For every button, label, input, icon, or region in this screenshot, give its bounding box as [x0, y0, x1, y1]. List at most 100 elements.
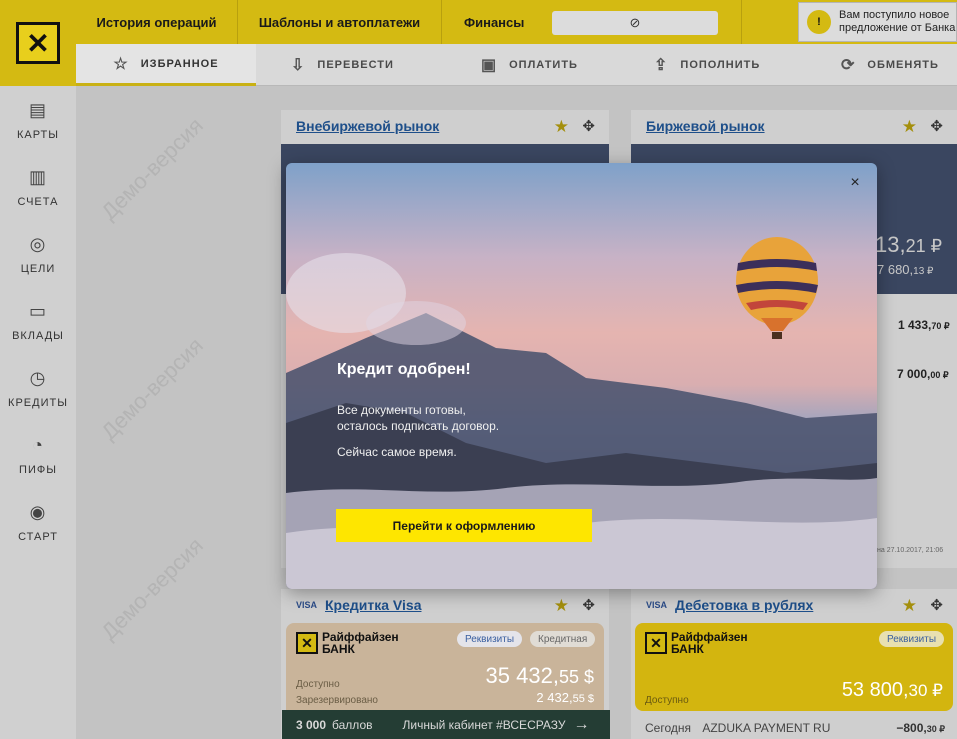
exchange-row2-cents: 00 ₽	[930, 370, 949, 380]
nav-history[interactable]: История операций	[76, 0, 238, 44]
close-button[interactable]: ×	[845, 173, 865, 193]
sidebar-item-label: СЧЕТА	[17, 195, 59, 208]
offer-notification[interactable]: ! Вам поступило новое предложение от Банк…	[798, 2, 957, 42]
exchange-sub-cents: 13 ₽	[913, 266, 934, 277]
exchange-row2-amount: 7 000,	[897, 367, 931, 381]
nav-templates-label: Шаблоны и автоплатежи	[258, 14, 421, 30]
logo-mark-icon: ✕	[645, 632, 667, 654]
move-icon[interactable]: ✥	[582, 596, 595, 614]
tab-transfer-label: ПЕРЕВЕСТИ	[317, 59, 394, 71]
tab-topup[interactable]: ⇪ ПОПОЛНИТЬ	[654, 44, 760, 86]
tab-pay[interactable]: ▣ ОПЛАТИТЬ	[481, 44, 578, 86]
reserved-cents: 55 $	[572, 693, 594, 705]
favorite-star-icon[interactable]: ★	[554, 117, 569, 137]
bonus-unit: баллов	[332, 717, 373, 732]
available-label: Доступно	[645, 695, 689, 706]
move-icon[interactable]: ✥	[582, 117, 595, 135]
wallet-icon: ▣	[481, 57, 498, 74]
favorite-star-icon[interactable]: ★	[902, 117, 917, 137]
tx-amount: −800,	[896, 721, 927, 735]
widget-credit-title[interactable]: Кредитка Visa	[325, 597, 421, 613]
bank-name-line2: БАНК	[322, 642, 355, 656]
proceed-button[interactable]: Перейти к оформлению	[336, 509, 592, 542]
arrow-right-icon: →	[573, 715, 590, 733]
tab-pay-label: ОПЛАТИТЬ	[509, 59, 578, 71]
demo-watermark: Демо-версия	[96, 112, 208, 225]
exchange-sub: 7 680,	[877, 262, 914, 277]
widget-exchange-title[interactable]: Биржевой рынок	[646, 118, 765, 134]
hide-balance-toggle[interactable]: ⊘	[552, 11, 718, 35]
sidebar-item-accounts[interactable]: ▥ СЧЕТА	[0, 157, 76, 217]
cards-icon: ▤	[28, 99, 47, 120]
move-icon[interactable]: ✥	[930, 117, 943, 135]
widget-otc-title[interactable]: Внебиржевой рынок	[296, 118, 439, 134]
tab-exchange[interactable]: ⟳ ОБМЕНЯТЬ	[841, 44, 939, 86]
details-pill[interactable]: Реквизиты	[457, 631, 523, 647]
credit-approved-modal: × Кредит одобрен! Все документы готовы, …	[286, 163, 877, 589]
bank-name-line2: БАНК	[671, 642, 704, 656]
sidebar-item-start[interactable]: ◉ СТАРТ	[0, 492, 76, 552]
widget-debit-title[interactable]: Дебетовка в рублях	[675, 597, 813, 613]
alert-icon: !	[807, 10, 831, 34]
sidebar-item-label: ВКЛАДЫ	[12, 329, 64, 342]
tab-topup-label: ПОПОЛНИТЬ	[680, 59, 761, 71]
tab-favorites[interactable]: ☆ ИЗБРАННОЕ	[76, 44, 256, 86]
raiffeisen-card-logo: ✕ Райффайзен БАНК	[645, 631, 748, 655]
sidebar-item-funds[interactable]: ◔ ПИФЫ	[0, 425, 76, 485]
details-pill[interactable]: Реквизиты	[879, 631, 945, 647]
sidebar-item-label: ЦЕЛИ	[20, 262, 56, 275]
exchange-total-cents: 21 ₽	[905, 236, 943, 256]
modal-text-line1: Все документы готовы,	[337, 403, 466, 417]
sidebar-item-credits[interactable]: ◷ КРЕДИТЫ	[0, 358, 76, 418]
sidebar-item-cards[interactable]: ▤ КАРТЫ	[0, 90, 76, 150]
modal-title: Кредит одобрен!	[337, 361, 471, 378]
modal-text-line3: Сейчас самое время.	[337, 445, 457, 459]
tab-favorites-label: ИЗБРАННОЕ	[140, 57, 219, 70]
bonus-text: Личный кабинет #ВСЕСРАЗУ	[402, 717, 566, 732]
raiffeisen-card-logo: ✕ Райффайзен БАНК	[296, 631, 399, 655]
nav-templates[interactable]: Шаблоны и автоплатежи	[238, 0, 442, 44]
modal-text-line2: осталось подписать договор.	[337, 419, 500, 433]
eye-slash-icon: ⊘	[629, 15, 641, 30]
sidebar-item-deposits[interactable]: ▭ ВКЛАДЫ	[0, 291, 76, 351]
target-icon: ◎	[29, 233, 47, 254]
reserved-label: Зарезервировано	[296, 695, 378, 706]
favorite-star-icon[interactable]: ★	[902, 596, 917, 616]
deposit-box-icon: ▭	[28, 300, 47, 321]
transfer-icon: ⇩	[291, 57, 306, 74]
demo-watermark: Демо-версия	[96, 332, 208, 445]
widget-debit-card: VISA Дебетовка в рублях ★ ✥ ✕ Райффайзен БА…	[631, 589, 957, 739]
sidebar: ▤ КАРТЫ ▥ СЧЕТА ◎ ЦЕЛИ ▭ ВКЛАДЫ ◷ КРЕДИТЫ ◔ ПИ…	[0, 86, 76, 739]
sidebar-item-label: СТАРТ	[18, 530, 58, 543]
bank-logo[interactable]: ✕	[0, 0, 76, 86]
sidebar-item-label: ПИФЫ	[19, 463, 57, 476]
tab-transfer[interactable]: ⇩ ПЕРЕВЕСТИ	[291, 44, 394, 86]
sidebar-item-goals[interactable]: ◎ ЦЕЛИ	[0, 224, 76, 284]
sidebar-item-label: КАРТЫ	[16, 128, 60, 141]
bonus-banner[interactable]: 3 000 баллов Личный кабинет #ВСЕСРАЗУ →	[282, 710, 610, 739]
favorite-star-icon[interactable]: ★	[554, 596, 569, 616]
nav-finance-label: Финансы	[464, 14, 525, 30]
tx-merchant: AZDUKA PAYMENT RU	[702, 721, 831, 735]
hot-air-balloon-icon	[736, 237, 818, 339]
accounts-icon: ▥	[28, 166, 47, 187]
tx-cents: 30 ₽	[926, 724, 945, 734]
move-icon[interactable]: ✥	[930, 596, 943, 614]
tx-date: Сегодня	[645, 721, 691, 735]
available-label: Доступно	[296, 679, 340, 690]
available-cents: 30 ₽	[908, 681, 943, 700]
exchange-date-note: на 27.10.2017, 21:06	[877, 547, 944, 554]
visa-logo: VISA	[296, 600, 318, 610]
visa-logo: VISA	[646, 600, 668, 610]
transaction-row[interactable]: Сегодня AZDUKA PAYMENT RU −800,30 ₽	[645, 721, 945, 735]
offer-line2: предложение от Банка	[839, 22, 956, 34]
debit-card[interactable]: ✕ Райффайзен БАНК Реквизиты Доступно 53 80…	[635, 623, 953, 711]
exchange-row1-amount: 1 433,	[898, 318, 932, 332]
sidebar-item-label: КРЕДИТЫ	[8, 396, 68, 409]
reserved-amount: 2 432,	[536, 690, 573, 705]
card-type-pill: Кредитная	[530, 631, 596, 647]
logo-mark-icon: ✕	[296, 632, 318, 654]
deposit-icon: ⇪	[654, 57, 669, 74]
exchange-total: 13,	[875, 232, 906, 257]
start-icon: ◉	[29, 501, 47, 522]
